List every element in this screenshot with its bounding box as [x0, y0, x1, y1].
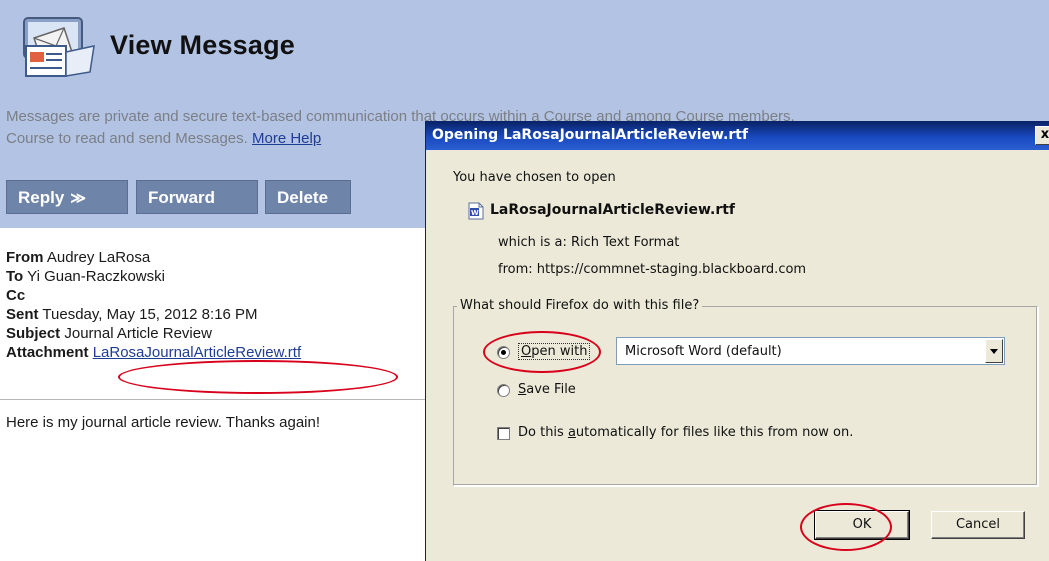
auto-rest: utomatically for files like this from no…	[575, 425, 854, 440]
file-type: which is a: Rich Text Format	[498, 235, 680, 250]
attachment-link[interactable]: LaRosaJournalArticleReview.rtf	[93, 344, 301, 361]
reply-label: Reply	[18, 188, 65, 207]
file-source: from: https://commnet-staging.blackboard…	[498, 262, 807, 277]
open-with-accel: O	[521, 344, 532, 359]
from-label: From	[6, 249, 44, 266]
message-headers: From Audrey LaRosa To Yi Guan-Raczkowski…	[6, 248, 301, 362]
open-with-text: pen with	[531, 344, 588, 359]
action-group-label: What should Firefox do with this file?	[457, 298, 703, 313]
save-file-radio[interactable]	[497, 384, 510, 397]
message-body: Here is my journal article review. Thank…	[6, 414, 321, 431]
reply-button[interactable]: Reply ≫	[6, 180, 128, 214]
attachment-highlight	[118, 360, 398, 394]
download-dialog: Opening LaRosaJournalArticleReview.rtf x…	[425, 121, 1049, 561]
cc-label: Cc	[6, 287, 26, 304]
open-with-radio[interactable]	[497, 346, 510, 359]
word-document-icon: W	[468, 202, 484, 220]
subject-value: Journal Article Review	[64, 325, 212, 342]
sent-row: Sent Tuesday, May 15, 2012 8:16 PM	[6, 305, 301, 324]
chosen-text: You have chosen to open	[453, 170, 616, 185]
more-help-link[interactable]: More Help	[252, 130, 321, 147]
svg-text:W: W	[471, 209, 479, 217]
description-line-2-text: Course to read and send Messages.	[6, 130, 248, 147]
cancel-button[interactable]: Cancel	[931, 511, 1025, 539]
auto-accel: a	[567, 425, 576, 440]
auto-label[interactable]: Do this automatically for files like thi…	[518, 425, 853, 440]
from-value: Audrey LaRosa	[46, 249, 151, 266]
to-label: To	[6, 268, 24, 285]
messages-icon	[23, 17, 95, 77]
file-name: LaRosaJournalArticleReview.rtf	[490, 202, 736, 218]
sent-value: Tuesday, May 15, 2012 8:16 PM	[42, 306, 258, 323]
auto-prefix: Do this	[518, 425, 568, 440]
divider	[0, 399, 440, 400]
to-row: To Yi Guan-Raczkowski	[6, 267, 301, 286]
from-row: From Audrey LaRosa	[6, 248, 301, 267]
attachment-label: Attachment	[6, 344, 89, 361]
forward-button[interactable]: Forward	[136, 180, 258, 214]
dialog-titlebar[interactable]: Opening LaRosaJournalArticleReview.rtf x	[426, 122, 1049, 150]
save-file-text: ave File	[526, 382, 576, 397]
auto-checkbox[interactable]	[497, 427, 510, 440]
close-icon[interactable]: x	[1035, 126, 1049, 145]
cc-row: Cc	[6, 286, 301, 305]
open-with-app: Microsoft Word (default)	[625, 344, 782, 359]
open-with-label[interactable]: Open with	[518, 343, 591, 360]
chevron-down-icon[interactable]: ≫	[70, 190, 86, 207]
attachment-row: Attachment LaRosaJournalArticleReview.rt…	[6, 343, 301, 362]
to-value: Yi Guan-Raczkowski	[27, 268, 165, 285]
ok-button[interactable]: OK	[814, 510, 910, 540]
subject-label: Subject	[6, 325, 61, 342]
sent-label: Sent	[6, 306, 39, 323]
delete-button[interactable]: Delete	[265, 180, 351, 214]
subject-row: Subject Journal Article Review	[6, 324, 301, 343]
dialog-title: Opening LaRosaJournalArticleReview.rtf	[432, 127, 749, 143]
page-title: View Message	[110, 30, 296, 60]
chevron-down-icon[interactable]	[985, 339, 1003, 363]
open-with-select[interactable]: Microsoft Word (default)	[616, 337, 1005, 365]
save-file-label[interactable]: Save File	[518, 382, 576, 397]
